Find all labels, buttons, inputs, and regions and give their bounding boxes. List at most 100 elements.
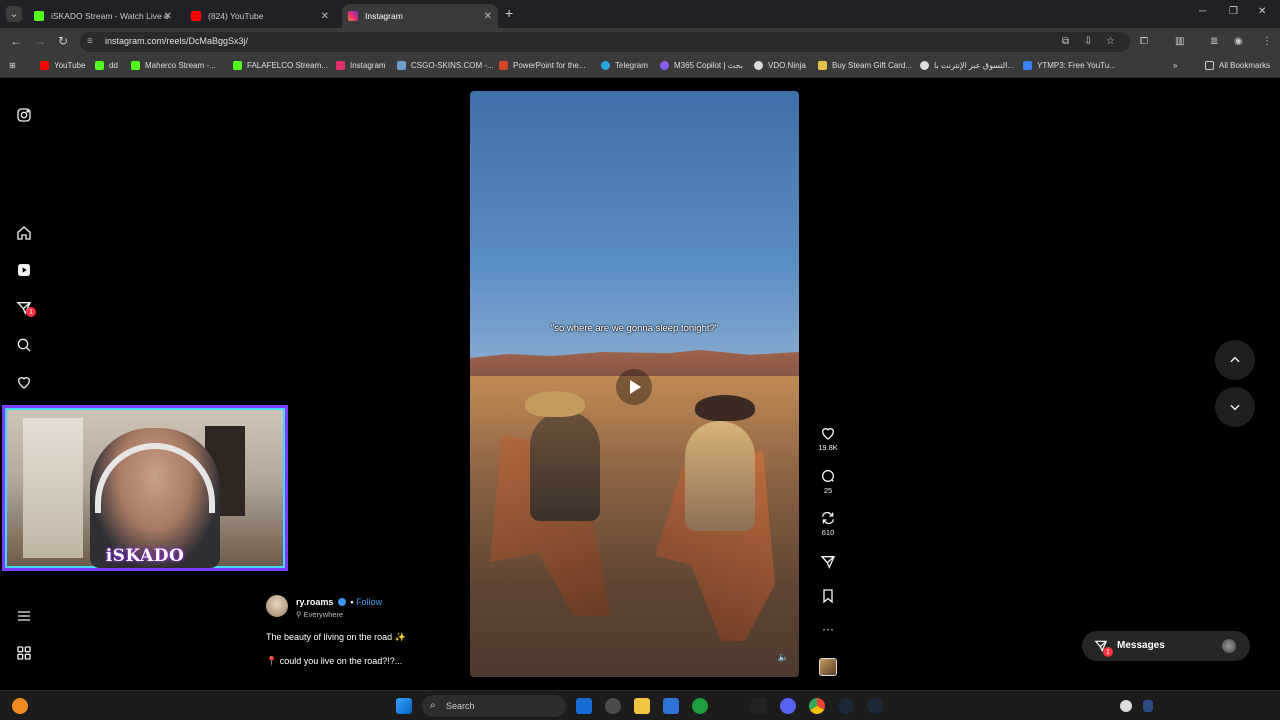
address-bar[interactable]: ≡ instagram.com/reels/DcMaBggSx3j/ [80, 32, 1130, 52]
media-controls-icon[interactable]: ≣ [1210, 36, 1218, 47]
more-bookmarks-icon[interactable]: » [1173, 61, 1177, 70]
search-placeholder: Search [446, 701, 475, 711]
bookmark-label: Telegram [615, 61, 648, 70]
comment-button[interactable]: 25 [816, 468, 840, 495]
kick-icon [34, 11, 44, 21]
discord-icon[interactable] [780, 698, 796, 714]
bookmark-m365-copilot[interactable]: M365 Copilot | بحث [660, 61, 743, 70]
taskbar-search[interactable]: ⌕ Search [422, 695, 566, 717]
window-close-icon[interactable]: ✕ [1258, 6, 1266, 17]
translate-icon[interactable]: ⧉ [1062, 36, 1069, 47]
forward-icon[interactable]: → [34, 34, 46, 48]
avatar [1222, 639, 1236, 653]
bookmark-maherco[interactable]: Maherco Stream -... [131, 61, 216, 70]
like-button[interactable]: 19.8K [816, 425, 840, 452]
bookmark-telegram[interactable]: Telegram [601, 61, 648, 70]
windows-start-icon[interactable] [396, 698, 412, 714]
kick-icon [131, 61, 140, 70]
chrome-icon[interactable] [809, 698, 825, 714]
xbox-icon[interactable] [692, 698, 708, 714]
audio-thumbnail[interactable] [819, 658, 837, 676]
tradingview-icon[interactable] [751, 698, 767, 714]
play-button[interactable] [616, 369, 652, 405]
back-icon[interactable]: ← [10, 34, 22, 48]
separator-dot: • [350, 597, 354, 607]
webcam-overlay: iSKADO [2, 405, 288, 571]
tab-iskado-stream[interactable]: iSKADO Stream - Watch Live o ✕ [28, 4, 178, 28]
close-icon[interactable]: ✕ [164, 11, 172, 22]
previous-reel-button[interactable] [1215, 340, 1255, 380]
steam-icon[interactable] [838, 698, 854, 714]
bookmark-falafelco[interactable]: FALAFELCO Stream... [233, 61, 328, 70]
more-menu-icon[interactable] [16, 608, 32, 624]
share-button[interactable] [816, 554, 840, 570]
more-options-icon[interactable]: ··· [816, 622, 840, 636]
bookmark-vdo-ninja[interactable]: VDO.Ninja [754, 61, 806, 70]
extensions-icon[interactable]: ⧠ [1140, 36, 1148, 47]
reel-video[interactable]: "so where are we gonna sleep tonight?" 🔈 [470, 91, 799, 677]
instagram-icon [348, 11, 358, 21]
repost-button[interactable]: 610 [816, 510, 840, 537]
bookmark-youtube[interactable]: YouTube [40, 61, 85, 70]
also-from-meta-icon[interactable] [16, 645, 32, 661]
side-panel-icon[interactable]: ▥ [1175, 36, 1184, 47]
tab-title: (824) YouTube [208, 11, 264, 21]
person-left [530, 411, 600, 521]
steam-icon[interactable] [867, 698, 883, 714]
new-tab-button[interactable]: + [505, 5, 513, 21]
install-app-icon[interactable]: ⇩ [1084, 36, 1092, 47]
follow-button[interactable]: Follow [356, 597, 382, 607]
volume-icon[interactable]: 🔈 [778, 652, 789, 663]
home-icon[interactable] [16, 225, 32, 241]
restore-icon[interactable]: ❐ [1229, 6, 1238, 17]
tab-youtube[interactable]: (824) YouTube ✕ [185, 4, 335, 28]
copilot-icon [660, 61, 669, 70]
weather-icon[interactable] [12, 698, 28, 714]
next-reel-button[interactable] [1215, 387, 1255, 427]
store-icon[interactable] [663, 698, 679, 714]
reload-icon[interactable]: ↻ [58, 34, 68, 48]
bookmark-dd[interactable]: dd [95, 61, 118, 70]
reels-icon[interactable] [16, 262, 32, 278]
site-info-icon[interactable]: ≡ [87, 36, 98, 47]
profile-icon[interactable]: ◉ [1234, 36, 1243, 47]
app-icon[interactable] [576, 698, 592, 714]
username[interactable]: ry.roams [296, 597, 333, 607]
settings-icon[interactable] [605, 698, 621, 714]
bookmark-ytmp3[interactable]: YTMP3: Free YouTu... [1023, 61, 1116, 70]
tab-search-button[interactable]: ⌄ [6, 6, 22, 22]
onedrive-icon[interactable] [1120, 700, 1132, 712]
close-icon[interactable]: ✕ [321, 11, 329, 22]
search-icon[interactable] [16, 337, 32, 353]
all-bookmarks[interactable]: All Bookmarks [1205, 61, 1270, 70]
bookmark-powerpoint[interactable]: PowerPoint for the... [499, 61, 585, 70]
bookmark-steam-gift-card[interactable]: Buy Steam Gift Card... [818, 61, 912, 70]
bookmark-instagram[interactable]: Instagram [336, 61, 386, 70]
bookmark-label: dd [109, 61, 118, 70]
author-line: ry.roams • Follow [296, 597, 382, 607]
messages-button[interactable]: 1 Messages [1082, 631, 1250, 661]
heart-icon[interactable] [16, 374, 32, 390]
bookmark-star-icon[interactable]: ☆ [1106, 36, 1115, 47]
folder-icon [1205, 61, 1214, 70]
close-icon[interactable]: ✕ [484, 11, 492, 22]
bookmark-csgo-skins[interactable]: CSGO-SKINS.COM -... [397, 61, 494, 70]
apps-icon[interactable]: ⊞ [9, 61, 16, 70]
save-button[interactable] [816, 588, 840, 604]
minimize-icon[interactable]: ─ [1199, 6, 1206, 17]
instagram-logo-icon[interactable] [16, 107, 32, 123]
search-icon: ⌕ [430, 700, 436, 711]
bookmark-shopping-arabic[interactable]: التسوق عبر الإنترنت با... [920, 61, 1014, 70]
location-line[interactable]: ⚲ Everywhere [296, 610, 343, 619]
tab-instagram[interactable]: Instagram ✕ [342, 4, 498, 28]
menu-icon[interactable]: ⋮ [1262, 36, 1272, 47]
share-icon [820, 556, 836, 570]
avatar[interactable] [266, 595, 288, 617]
kick-icon [95, 61, 104, 70]
bookmark-label: Buy Steam Gift Card... [832, 61, 913, 70]
tab-title: Instagram [365, 11, 403, 21]
tray-icon[interactable] [1143, 700, 1153, 712]
comment-icon [822, 470, 835, 482]
file-explorer-icon[interactable] [634, 698, 650, 714]
streamer-name: iSKADO [105, 546, 185, 566]
